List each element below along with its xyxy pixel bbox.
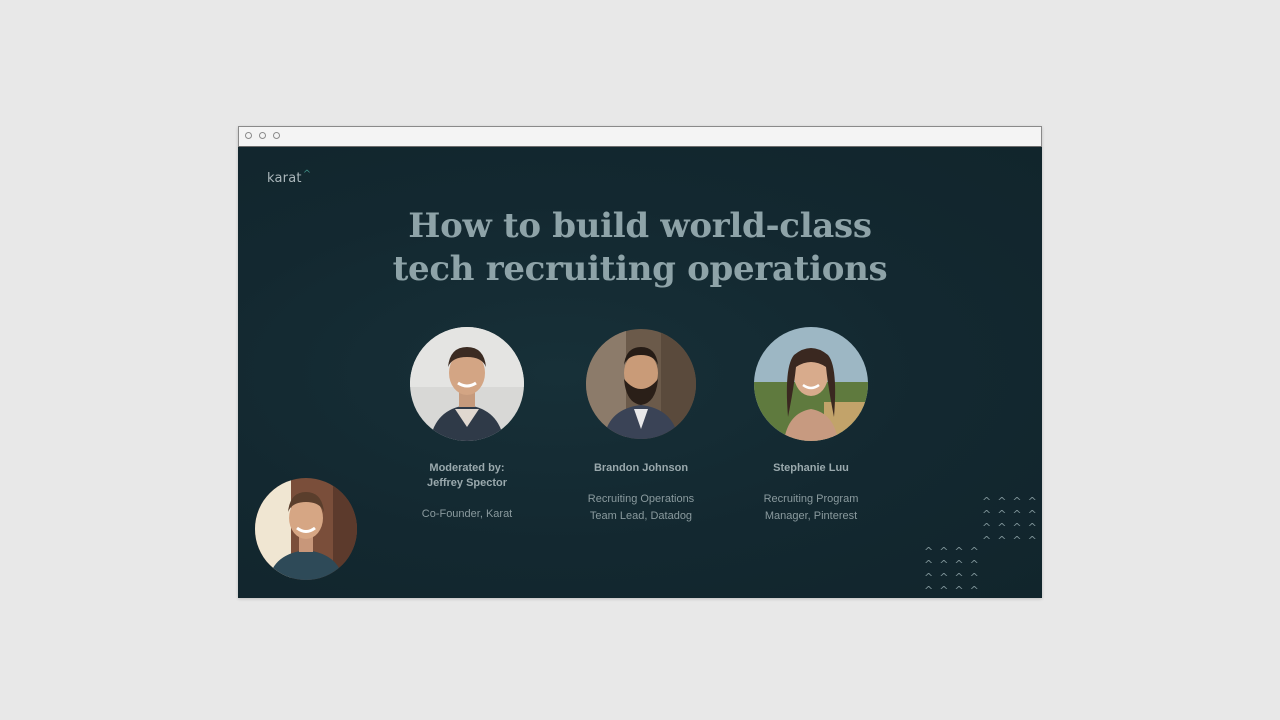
speaker-photo-brandon: [586, 329, 696, 439]
speaker-brandon: Brandon Johnson Recruiting Operations Te…: [556, 327, 726, 525]
speaker-role: Recruiting Program Manager, Pinterest: [726, 491, 896, 525]
slide-title: How to build world-class tech recruiting…: [238, 205, 1042, 291]
name-line-1: Brandon Johnson: [593, 462, 689, 474]
decorative-chevrons-upper: ^^^^ ^^^^ ^^^^ ^^^^: [982, 495, 1042, 547]
presenter-webcam: [255, 478, 357, 580]
close-dot[interactable]: [245, 132, 252, 139]
role-line-1: Recruiting Program: [763, 493, 859, 505]
logo-text: karat: [267, 171, 302, 186]
avatar: [586, 329, 696, 439]
title-line-1: How to build world-class: [408, 206, 872, 246]
karat-logo: karat^: [267, 169, 312, 186]
role-line-1: Co-Founder, Karat: [421, 508, 513, 520]
window-titlebar: [238, 126, 1042, 147]
speaker-stephanie: Stephanie Luu Recruiting Program Manager…: [726, 327, 896, 525]
role-line-2: Team Lead, Datadog: [589, 510, 693, 522]
speaker-photo-stephanie: [754, 327, 868, 441]
presenter-photo: [255, 478, 357, 580]
speaker-name: Stephanie Luu: [726, 461, 896, 476]
role-line-2: Manager, Pinterest: [764, 510, 858, 522]
speaker-photo-jeffrey: [410, 327, 524, 441]
title-line-2: tech recruiting operations: [392, 249, 888, 289]
speaker-jeffrey: Moderated by: Jeffrey Spector Co-Founder…: [382, 327, 552, 523]
logo-caret-icon: ^: [302, 169, 312, 180]
role-line-1: Recruiting Operations: [587, 493, 695, 505]
speaker-name: Moderated by: Jeffrey Spector: [382, 461, 552, 491]
maximize-dot[interactable]: [273, 132, 280, 139]
avatar: [754, 327, 868, 441]
avatar: [410, 327, 524, 441]
decorative-chevrons-lower: ^^^^ ^^^^ ^^^^ ^^^^: [924, 545, 985, 597]
speaker-name: Brandon Johnson: [556, 461, 726, 476]
name-line-1: Stephanie Luu: [773, 462, 849, 474]
minimize-dot[interactable]: [259, 132, 266, 139]
name-line-2: Jeffrey Spector: [426, 477, 508, 489]
speaker-role: Co-Founder, Karat: [382, 506, 552, 523]
browser-window: karat^ How to build world-class tech rec…: [238, 126, 1042, 598]
name-line-1: Moderated by:: [429, 462, 505, 474]
presentation-slide: karat^ How to build world-class tech rec…: [238, 147, 1042, 598]
speaker-role: Recruiting Operations Team Lead, Datadog: [556, 491, 726, 525]
